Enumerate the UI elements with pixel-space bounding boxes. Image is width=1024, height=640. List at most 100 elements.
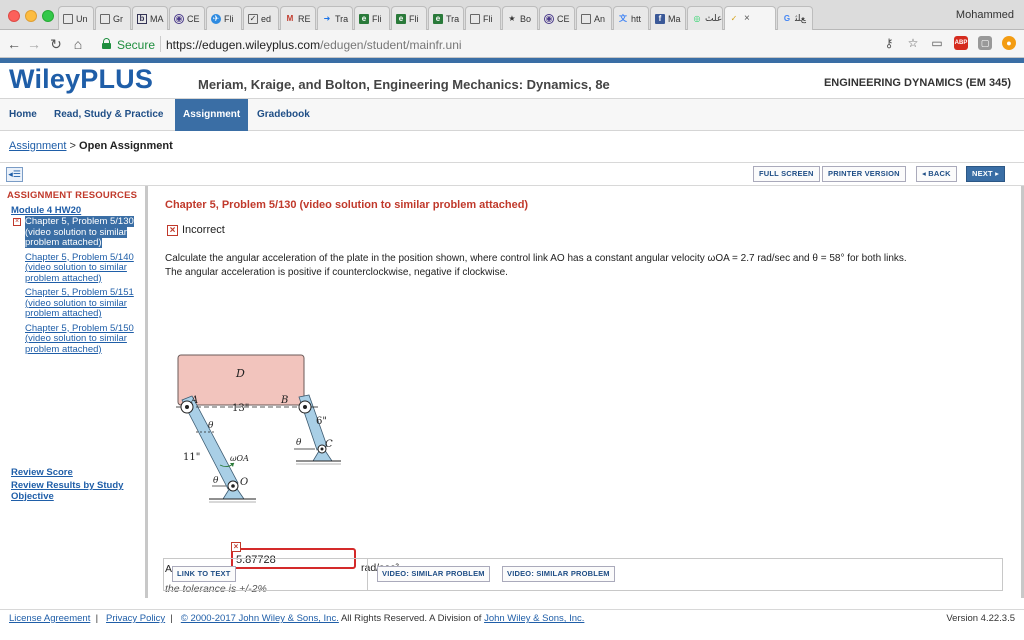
document-icon xyxy=(63,13,73,24)
panel-divider xyxy=(367,559,368,590)
browser-tab[interactable]: ◉ CE xyxy=(539,6,575,30)
incorrect-x-icon: × xyxy=(167,224,178,236)
translate-icon: 文 xyxy=(619,13,627,23)
home-icon[interactable]: ⌂ xyxy=(70,36,86,52)
review-results-link[interactable]: Review Results by Study Objective xyxy=(11,480,141,502)
adblock-icon[interactable]: ABP xyxy=(954,36,968,50)
company-link[interactable]: John Wiley & Sons, Inc. xyxy=(484,613,584,624)
browser-tab[interactable]: ★ Bo xyxy=(502,6,538,30)
version-text: Version 4.22.3.5 xyxy=(946,613,1015,624)
list-item[interactable]: Chapter 5, Problem 5/140 (video solution… xyxy=(13,252,135,285)
browser-tab[interactable]: b MA xyxy=(132,6,168,30)
problem-link[interactable]: Chapter 5, Problem 5/150 (video solution… xyxy=(25,323,134,355)
problem-link[interactable]: Chapter 5, Problem 5/151 (video solution… xyxy=(25,287,134,319)
main-nav: Home Read, Study & Practice Assignment G… xyxy=(0,98,1024,131)
extension-orange-icon[interactable]: ● xyxy=(1002,36,1016,50)
google-icon: G xyxy=(783,13,791,23)
browser-tab[interactable]: Gr xyxy=(95,6,131,30)
browser-tab[interactable]: ➜ Tra xyxy=(317,6,353,30)
copyright-link[interactable]: © 2000-2017 John Wiley & Sons, Inc. xyxy=(181,613,339,624)
tab-assignment[interactable]: Assignment xyxy=(175,99,249,131)
problem-link-current[interactable]: Chapter 5, Problem 5/130 (video solution… xyxy=(25,216,134,248)
toggle-tree-icon[interactable]: ◂☰ xyxy=(6,167,23,182)
tab-strip: Un Gr b MA ◉ CE ✈ Fli ✓ ed M RE ➜ Tra e Fli e Fl… xyxy=(58,6,814,30)
browser-tab[interactable]: Fli xyxy=(465,6,501,30)
video-similar-problem-button[interactable]: VIDEO: SIMILAR PROBLEM xyxy=(377,566,490,582)
browser-tab[interactable]: M RE xyxy=(280,6,316,30)
check-icon: ✓ xyxy=(730,13,738,23)
cast-icon[interactable]: ▭ xyxy=(930,36,944,50)
wileyplus-logo[interactable]: WileyPLUS xyxy=(9,64,153,95)
privacy-policy-link[interactable]: Privacy Policy xyxy=(106,613,165,624)
back-arrow-icon[interactable]: ← xyxy=(6,36,22,52)
profile-name[interactable]: Mohammed xyxy=(956,9,1014,21)
tab-home[interactable]: Home xyxy=(1,99,45,131)
next-button[interactable]: NEXT ▸ xyxy=(966,166,1006,182)
question-line-1: Calculate the angular acceleration of th… xyxy=(165,253,907,264)
breadcrumb: Assignment > Open Assignment xyxy=(9,140,173,152)
arrow-icon: ➜ xyxy=(323,13,331,23)
url-input[interactable]: https://edugen.wileyplus.com/edugen/stud… xyxy=(166,38,462,52)
footer-separator: | xyxy=(167,613,179,624)
b-box-icon: b xyxy=(137,13,147,24)
full-screen-button[interactable]: FULL SCREEN xyxy=(753,166,820,182)
browser-tab[interactable]: ◎ علث xyxy=(687,6,723,30)
list-item[interactable]: Chapter 5, Problem 5/150 (video solution… xyxy=(13,323,135,356)
bookmark-star-icon[interactable]: ☆ xyxy=(906,36,920,50)
minimize-window-icon[interactable] xyxy=(25,10,37,22)
e-icon: e xyxy=(359,13,369,24)
back-button[interactable]: ◂ BACK xyxy=(916,166,957,182)
list-item[interactable]: × Chapter 5, Problem 5/130 (video soluti… xyxy=(13,216,135,249)
key-icon[interactable]: ⚷ xyxy=(882,36,896,50)
label-theta-o: θ xyxy=(213,476,219,486)
browser-tab[interactable]: e Fli xyxy=(354,6,390,30)
browser-tab[interactable]: Un xyxy=(58,6,94,30)
label-theta-top: θ xyxy=(208,421,214,431)
incorrect-x-icon: × xyxy=(13,218,21,226)
browser-tab[interactable]: ✓ ed xyxy=(243,6,279,30)
reload-icon[interactable]: ↻ xyxy=(48,36,64,52)
review-score-link[interactable]: Review Score xyxy=(11,467,73,478)
gmail-icon: M xyxy=(286,13,294,23)
license-agreement-link[interactable]: License Agreement xyxy=(9,613,90,624)
browser-tab[interactable]: G ﻊﻠﺜ xyxy=(777,6,813,30)
browser-tab[interactable]: f Ma xyxy=(650,6,686,30)
problem-link[interactable]: Chapter 5, Problem 5/140 (video solution… xyxy=(25,252,134,284)
browser-tab[interactable]: 文 htt xyxy=(613,6,649,30)
e-icon: e xyxy=(396,13,406,24)
secure-label: Secure xyxy=(117,38,156,52)
problem-title: Chapter 5, Problem 5/130 (video solution… xyxy=(165,199,529,211)
browser-tab-bar: Un Gr b MA ◉ CE ✈ Fli ✓ ed M RE ➜ Tra e Fli e Fl… xyxy=(0,0,1024,30)
browser-tab-active[interactable]: ✓ × xyxy=(724,6,776,30)
browser-tab[interactable]: e Tra xyxy=(428,6,464,30)
page-footer: License Agreement | Privacy Policy | © 2… xyxy=(0,609,1024,640)
close-window-icon[interactable] xyxy=(8,10,20,22)
printer-version-button[interactable]: PRINTER VERSION xyxy=(822,166,906,182)
list-item[interactable]: Chapter 5, Problem 5/151 (video solution… xyxy=(13,287,135,320)
url-divider xyxy=(160,36,161,52)
whatsapp-icon: ◎ xyxy=(693,13,701,23)
tab-read-study-practice[interactable]: Read, Study & Practice xyxy=(46,99,171,131)
video-similar-problem-button[interactable]: VIDEO: SIMILAR PROBLEM xyxy=(502,566,615,582)
breadcrumb-assignment-link[interactable]: Assignment xyxy=(9,140,66,152)
module-link[interactable]: Module 4 HW20 xyxy=(11,205,81,216)
assignment-toolbar: ◂☰ FULL SCREEN PRINTER VERSION ◂ BACK NE… xyxy=(0,162,1024,186)
maximize-window-icon[interactable] xyxy=(42,10,54,22)
forward-arrow-icon[interactable]: → xyxy=(26,36,42,52)
browser-tab[interactable]: ◉ CE xyxy=(169,6,205,30)
seal-icon: ◉ xyxy=(544,13,554,24)
top-strip xyxy=(0,58,1024,63)
browser-tab[interactable]: ✈ Fli xyxy=(206,6,242,30)
tab-gradebook[interactable]: Gradebook xyxy=(249,99,318,131)
label-point-a: A xyxy=(190,395,198,406)
label-dim-bc: 6" xyxy=(316,416,327,427)
label-dim-ab: 13" xyxy=(232,403,249,414)
document-icon xyxy=(100,13,110,24)
close-tab-icon[interactable]: × xyxy=(744,13,750,24)
problem-content: Chapter 5, Problem 5/130 (video solution… xyxy=(151,186,1024,598)
rights-text: All Rights Reserved. A Division of xyxy=(340,613,482,624)
browser-tab[interactable]: e Fli xyxy=(391,6,427,30)
browser-tab[interactable]: An xyxy=(576,6,612,30)
extension-icon[interactable]: ▢ xyxy=(978,36,992,50)
link-to-text-button[interactable]: LINK TO TEXT xyxy=(172,566,236,582)
